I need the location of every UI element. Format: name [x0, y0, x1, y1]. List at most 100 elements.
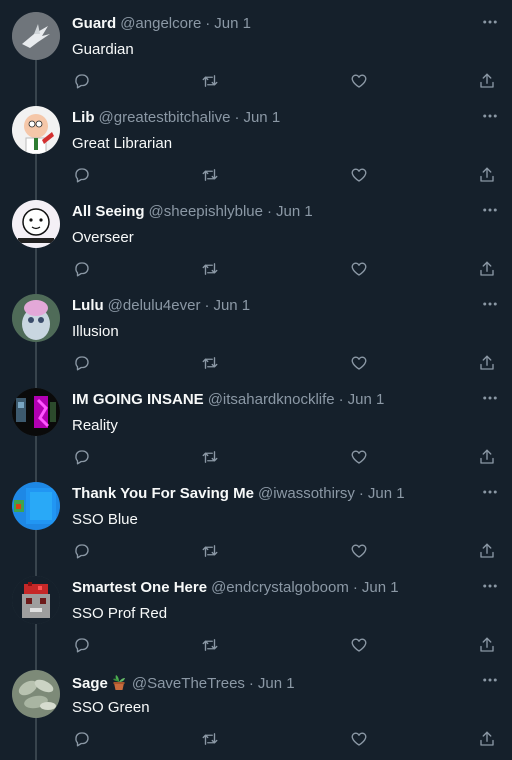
tweet[interactable]: IM GOING INSANE @itsahardknocklife · Jun 1 …	[0, 376, 512, 470]
avatar[interactable]	[12, 388, 60, 436]
user-handle[interactable]: @delulu4ever	[108, 297, 201, 314]
display-name[interactable]: All Seeing	[72, 203, 145, 220]
retweet-icon[interactable]	[200, 165, 220, 185]
retweet-icon[interactable]	[200, 729, 220, 749]
tweet[interactable]: Guard @angelcore · Jun 1 Guardian	[0, 0, 512, 94]
user-handle[interactable]: @SaveTheTrees	[132, 675, 245, 692]
retweet-icon[interactable]	[200, 259, 220, 279]
share-icon[interactable]	[477, 541, 497, 561]
reply-icon[interactable]	[72, 353, 92, 373]
display-name[interactable]: Smartest One Here	[72, 579, 207, 596]
user-handle[interactable]: @angelcore	[120, 15, 201, 32]
tweet-date[interactable]: Jun 1	[214, 15, 251, 32]
heart-icon[interactable]	[349, 729, 369, 749]
user-handle[interactable]: @greatestbitchalive	[99, 109, 231, 126]
separator-dot: ·	[358, 485, 364, 502]
tweet-date[interactable]: Jun 1	[258, 675, 295, 692]
user-handle[interactable]: @endcrystalgoboom	[211, 579, 349, 596]
more-icon[interactable]	[480, 670, 500, 690]
avatar[interactable]	[12, 576, 60, 624]
share-icon[interactable]	[477, 259, 497, 279]
tweet-date[interactable]: Jun 1	[213, 297, 250, 314]
separator-dot: ·	[267, 203, 272, 220]
separator-dot: ·	[248, 675, 254, 692]
heart-icon[interactable]	[349, 447, 369, 467]
tweet-header: Lib @greatestbitchalive · Jun 1	[72, 109, 468, 127]
avatar[interactable]	[12, 106, 60, 154]
retweet-icon[interactable]	[200, 635, 220, 655]
reply-icon[interactable]	[72, 447, 92, 467]
more-icon[interactable]	[480, 388, 500, 408]
heart-icon[interactable]	[349, 353, 369, 373]
tweet-text: Great Librarian	[72, 135, 173, 152]
avatar[interactable]	[12, 294, 60, 342]
tweet-actions	[72, 447, 500, 467]
display-name[interactable]: Lulu	[72, 297, 104, 314]
share-icon[interactable]	[477, 635, 497, 655]
more-icon[interactable]	[480, 12, 500, 32]
reply-icon[interactable]	[72, 165, 92, 185]
display-name[interactable]: IM GOING INSANE	[72, 391, 204, 408]
tweet-date[interactable]: Jun 1	[368, 485, 405, 502]
user-handle[interactable]: @iwassothirsy	[258, 485, 355, 502]
retweet-icon[interactable]	[200, 71, 220, 91]
reply-icon[interactable]	[72, 729, 92, 749]
tweet[interactable]: Smartest One Here @endcrystalgoboom · Jun 1…	[0, 564, 512, 658]
avatar[interactable]	[12, 200, 60, 248]
avatar[interactable]	[12, 12, 60, 60]
tweet-date[interactable]: Jun 1	[348, 391, 385, 408]
tweet-text: Overseer	[72, 229, 134, 246]
more-icon[interactable]	[480, 482, 500, 502]
user-handle[interactable]: @itsahardknocklife	[208, 391, 335, 408]
tweet-date[interactable]: Jun 1	[362, 579, 399, 596]
tweet-date[interactable]: Jun 1	[243, 109, 280, 126]
display-name[interactable]: Guard	[72, 15, 116, 32]
more-icon[interactable]	[480, 106, 500, 126]
tweet-header: Thank You For Saving Me @iwassothirsy · Jun…	[72, 485, 468, 503]
user-handle[interactable]: @sheepishlyblue	[149, 203, 263, 220]
tweet[interactable]: Lulu @delulu4ever · Jun 1 Illusion	[0, 282, 512, 376]
tweet[interactable]: Lib @greatestbitchalive · Jun 1 Great Libra…	[0, 94, 512, 188]
heart-icon[interactable]	[349, 259, 369, 279]
tweet-actions	[72, 71, 500, 91]
share-icon[interactable]	[477, 353, 497, 373]
reply-icon[interactable]	[72, 259, 92, 279]
tweet-text: Guardian	[72, 41, 134, 58]
retweet-icon[interactable]	[200, 541, 220, 561]
avatar[interactable]	[12, 482, 60, 530]
more-icon[interactable]	[480, 200, 500, 220]
tweet[interactable]: Thank You For Saving Me @iwassothirsy · Jun…	[0, 470, 512, 564]
avatar[interactable]	[12, 670, 60, 718]
retweet-icon[interactable]	[200, 353, 220, 373]
separator-dot: ·	[234, 109, 240, 126]
separator-dot: ·	[338, 391, 344, 408]
reply-icon[interactable]	[72, 635, 92, 655]
heart-icon[interactable]	[349, 165, 369, 185]
display-name[interactable]: Thank You For Saving Me	[72, 485, 254, 502]
more-icon[interactable]	[480, 294, 500, 314]
share-icon[interactable]	[477, 729, 497, 749]
tweet-actions	[72, 165, 500, 185]
tweet-date[interactable]: Jun 1	[276, 203, 313, 220]
tweet-header: Sage @SaveTheTrees · Jun 1	[72, 673, 468, 693]
tweet[interactable]: Sage @SaveTheTrees · Jun 1 SSO Green	[0, 658, 512, 752]
tweet-text: Reality	[72, 417, 118, 434]
display-name[interactable]: Lib	[72, 109, 95, 126]
tweet[interactable]: All Seeing @sheepishlyblue · Jun 1 Overseer	[0, 188, 512, 282]
reply-icon[interactable]	[72, 541, 92, 561]
display-name[interactable]: Sage	[72, 675, 108, 692]
reply-icon[interactable]	[72, 71, 92, 91]
more-icon[interactable]	[480, 576, 500, 596]
share-icon[interactable]	[477, 71, 497, 91]
tweet-actions	[72, 259, 500, 279]
heart-icon[interactable]	[349, 635, 369, 655]
heart-icon[interactable]	[349, 71, 369, 91]
tweet-text: SSO Green	[72, 699, 150, 716]
tweet-actions	[72, 541, 500, 561]
share-icon[interactable]	[477, 447, 497, 467]
retweet-icon[interactable]	[200, 447, 220, 467]
tweet-text: SSO Blue	[72, 511, 138, 528]
tweet-actions	[72, 729, 500, 749]
heart-icon[interactable]	[349, 541, 369, 561]
share-icon[interactable]	[477, 165, 497, 185]
